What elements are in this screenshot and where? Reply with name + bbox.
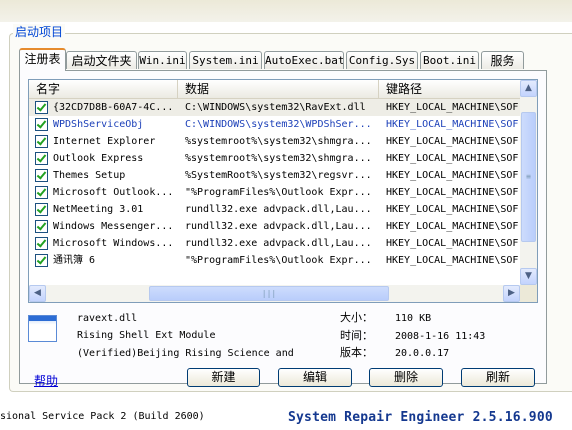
grip-icon: ≡ xyxy=(526,172,531,181)
column-header-key-path[interactable]: 键路径 xyxy=(379,80,520,98)
detail-description: Rising Shell Ext Module xyxy=(77,330,216,341)
scroll-down-icon[interactable]: ▼ xyxy=(520,268,537,285)
row-name: Outlook Express xyxy=(53,153,144,164)
scrollbar-corner xyxy=(520,285,537,302)
detail-filename: ravext.dll xyxy=(77,313,138,324)
row-name: Microsoft Windows... xyxy=(53,238,174,249)
row-data: rundll32.exe advpack.dll,Lau... xyxy=(185,221,372,232)
row-name: Windows Messenger... xyxy=(53,221,174,232)
row-checkbox[interactable] xyxy=(35,169,48,182)
vertical-scroll-thumb[interactable]: ≡ xyxy=(521,112,536,242)
time-value: 2008-1-16 11:43 xyxy=(395,331,486,342)
os-version-status: sional Service Pack 2 (Build 2600) xyxy=(0,411,205,422)
row-name: Internet Explorer xyxy=(53,136,156,147)
row-data: %systemroot%\system32\shmgra... xyxy=(185,136,372,147)
tab-win-ini[interactable]: Win.ini xyxy=(138,51,187,69)
row-data: %systemroot%\system32\shmgra... xyxy=(185,153,372,164)
row-key-path: HKEY_LOCAL_MACHINE\SOF xyxy=(386,204,519,215)
size-label: 大小： xyxy=(340,311,373,324)
row-data: %SystemRoot%\system32\regsvr... xyxy=(185,170,372,181)
list-header: 名字 数据 键路径 xyxy=(29,80,520,99)
list-row[interactable]: Outlook Express %systemroot%\system32\shm… xyxy=(29,150,520,167)
vertical-scrollbar[interactable]: ▲ ≡ ▼ xyxy=(520,80,537,285)
row-data: C:\WINDOWS\system32\WPDShSer... xyxy=(185,119,372,130)
new-button[interactable]: 新建 xyxy=(187,368,260,387)
row-checkbox[interactable] xyxy=(35,135,48,148)
row-name: WPDShServiceObj xyxy=(53,119,144,130)
horizontal-scrollbar[interactable]: ◀ ||| ▶ xyxy=(29,285,520,302)
tab-services[interactable]: 服务 xyxy=(481,51,524,69)
size-value: 110 KB xyxy=(395,313,432,324)
list-row[interactable]: Themes Setup %SystemRoot%\system32\regsvr… xyxy=(29,167,520,184)
row-key-path: HKEY_LOCAL_MACHINE\SOF xyxy=(386,136,519,147)
row-name: Themes Setup xyxy=(53,170,126,181)
tab-system-ini[interactable]: System.ini xyxy=(189,51,262,69)
row-name: {32CD7D8B-60A7-4C... xyxy=(53,102,174,113)
row-name: 通讯簿 6 xyxy=(53,255,96,266)
scroll-right-icon[interactable]: ▶ xyxy=(503,285,520,302)
list-row[interactable]: Windows Messenger... rundll32.exe advpack… xyxy=(29,218,520,235)
row-key-path: HKEY_LOCAL_MACHINE\SOF xyxy=(386,119,519,130)
grip-icon: ||| xyxy=(261,288,277,298)
row-data: "%ProgramFiles%\Outlook Expr... xyxy=(185,255,372,266)
edit-button[interactable]: 编辑 xyxy=(278,368,352,387)
row-key-path: HKEY_LOCAL_MACHINE\SOF xyxy=(386,153,519,164)
horizontal-scroll-thumb[interactable]: ||| xyxy=(149,286,389,301)
tab-startup-folder[interactable]: 启动文件夹 xyxy=(66,51,137,69)
row-checkbox[interactable] xyxy=(35,203,48,216)
row-data: rundll32.exe advpack.dll,Lau... xyxy=(185,238,372,249)
row-checkbox[interactable] xyxy=(35,254,48,267)
list-row[interactable]: Internet Explorer %systemroot%\system32\s… xyxy=(29,133,520,150)
tab-autoexec-bat[interactable]: AutoExec.bat xyxy=(264,51,344,69)
groupbox-legend: 启动项目 xyxy=(13,24,66,40)
row-name: NetMeeting 3.01 xyxy=(53,204,144,215)
row-checkbox[interactable] xyxy=(35,220,48,233)
list-row[interactable]: NetMeeting 3.01 rundll32.exe advpack.dll,… xyxy=(29,201,520,218)
row-checkbox[interactable] xyxy=(35,101,48,114)
list-row[interactable]: 通讯簿 6 "%ProgramFiles%\Outlook Expr... HKEY… xyxy=(29,252,520,269)
column-header-name[interactable]: 名字 xyxy=(29,80,178,98)
help-link[interactable]: 帮助 xyxy=(34,372,58,389)
row-key-path: HKEY_LOCAL_MACHINE\SOF xyxy=(386,238,519,249)
window-top-strip xyxy=(0,0,572,22)
scroll-up-icon[interactable]: ▲ xyxy=(520,80,537,97)
row-checkbox[interactable] xyxy=(35,186,48,199)
refresh-button[interactable]: 刷新 xyxy=(461,368,535,387)
list-row[interactable]: Microsoft Outlook... "%ProgramFiles%\Outl… xyxy=(29,184,520,201)
row-key-path: HKEY_LOCAL_MACHINE\SOF xyxy=(386,221,519,232)
row-key-path: HKEY_LOCAL_MACHINE\SOF xyxy=(386,187,519,198)
row-checkbox[interactable] xyxy=(35,152,48,165)
scroll-left-icon[interactable]: ◀ xyxy=(29,285,46,302)
row-key-path: HKEY_LOCAL_MACHINE\SOF xyxy=(386,102,519,113)
version-label: 版本： xyxy=(340,346,373,359)
row-data: C:\WINDOWS\system32\RavExt.dll xyxy=(185,102,366,113)
time-label: 时间： xyxy=(340,329,373,342)
list-row[interactable]: Microsoft Windows... rundll32.exe advpack… xyxy=(29,235,520,252)
delete-button[interactable]: 删除 xyxy=(369,368,443,387)
file-icon xyxy=(28,315,57,342)
row-checkbox[interactable] xyxy=(35,118,48,131)
tab-registry[interactable]: 注册表 xyxy=(19,48,66,71)
column-header-data[interactable]: 数据 xyxy=(178,80,379,98)
startup-list[interactable]: 名字 数据 键路径 {32CD7D8B-60A7-4C... C:\WINDOWS… xyxy=(28,79,538,303)
row-key-path: HKEY_LOCAL_MACHINE\SOF xyxy=(386,255,519,266)
app-title-status: System Repair Engineer 2.5.16.900 xyxy=(288,410,553,425)
row-data: rundll32.exe advpack.dll,Lau... xyxy=(185,204,372,215)
list-row[interactable]: WPDShServiceObj C:\WINDOWS\system32\WPDSh… xyxy=(29,116,520,133)
row-data: "%ProgramFiles%\Outlook Expr... xyxy=(185,187,372,198)
detail-company: (Verified)Beijing Rising Science and xyxy=(77,348,294,359)
tab-config-sys[interactable]: Config.Sys xyxy=(346,51,418,69)
version-value: 20.0.0.17 xyxy=(395,348,450,359)
row-name: Microsoft Outlook... xyxy=(53,187,174,198)
row-checkbox[interactable] xyxy=(35,237,48,250)
tab-boot-ini[interactable]: Boot.ini xyxy=(420,51,479,69)
list-row[interactable]: {32CD7D8B-60A7-4C... C:\WINDOWS\system32\… xyxy=(29,99,520,116)
row-key-path: HKEY_LOCAL_MACHINE\SOF xyxy=(386,170,519,181)
